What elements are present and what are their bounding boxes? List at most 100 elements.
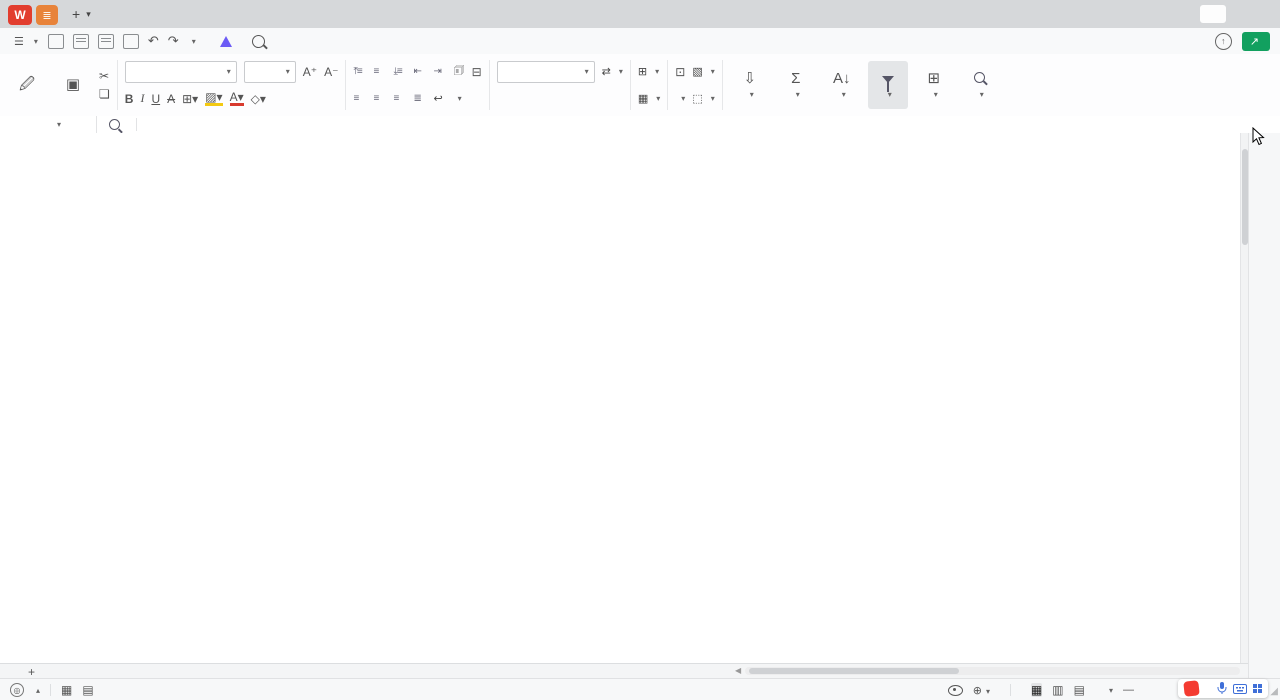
rows-cols-button[interactable]: ⊞▾: [638, 65, 659, 78]
wps-ai-button[interactable]: [210, 36, 246, 47]
upload-cloud-icon[interactable]: ↑: [1215, 33, 1232, 50]
zoom-out-button[interactable]: —: [1123, 684, 1134, 696]
chevron-down-icon[interactable]: ▾: [192, 37, 196, 46]
wrap-text-button[interactable]: ↩: [433, 92, 444, 105]
justify-icon[interactable]: ≣: [413, 93, 426, 104]
chevron-down-icon: ▾: [286, 67, 290, 76]
increase-font-icon[interactable]: A⁺: [303, 65, 317, 79]
fill-button[interactable]: ⇩ ▾: [730, 61, 770, 109]
align-top-icon[interactable]: ⤒≡: [353, 66, 366, 77]
increase-indent-icon[interactable]: ⇥: [433, 66, 446, 77]
worksheet-button[interactable]: ▦▾: [638, 92, 660, 105]
add-sheet-button[interactable]: +: [28, 665, 35, 679]
freeze-button[interactable]: ⊞ ▾: [914, 61, 954, 109]
rows-cols-icon: ⊞: [638, 65, 647, 78]
ime-toolbox-icon[interactable]: [1253, 684, 1262, 693]
microphone-icon[interactable]: [1217, 682, 1227, 695]
hamburger-icon: ☰: [14, 35, 24, 48]
avatar[interactable]: [1200, 5, 1226, 23]
wps-logo-icon[interactable]: W: [8, 5, 32, 25]
decrease-indent-icon[interactable]: ⇤: [413, 66, 426, 77]
paste-button[interactable]: ▣: [53, 61, 93, 109]
format-painter-icon: 🖉: [19, 77, 35, 92]
sum-button[interactable]: Σ ▾: [776, 61, 816, 109]
copy-icon[interactable]: ❏: [99, 87, 110, 101]
file-menu[interactable]: ☰ ▾: [14, 35, 38, 48]
status-outline-icon[interactable]: ▤: [82, 683, 93, 697]
borders-button[interactable]: ⊞▾: [182, 92, 198, 106]
preview-icon[interactable]: [123, 34, 139, 49]
redo-icon[interactable]: ↷: [168, 33, 179, 49]
page-layout-view-icon[interactable]: ▥: [1052, 683, 1063, 697]
cut-icon[interactable]: ✂: [99, 69, 110, 83]
eraser-button[interactable]: ◇▾: [251, 92, 266, 106]
window-controls: [1172, 0, 1280, 28]
decrease-font-icon[interactable]: A⁻: [324, 65, 338, 79]
chevron-down-icon: ▾: [585, 67, 589, 76]
search-icon[interactable]: [252, 35, 265, 48]
chevron-down-icon: ▾: [34, 37, 38, 46]
align-left-icon[interactable]: ≡: [353, 93, 366, 104]
table-style-button[interactable]: ▧▾: [692, 65, 714, 78]
chevron-up-icon: ▴: [36, 686, 40, 695]
zoom-formula-icon[interactable]: [109, 119, 120, 130]
docs-home-icon[interactable]: ≣: [36, 5, 58, 25]
bold-button[interactable]: B: [125, 92, 134, 106]
share-button[interactable]: ↗: [1242, 32, 1270, 51]
normal-view-icon[interactable]: ▦: [1031, 683, 1042, 697]
page-break-view-icon[interactable]: ▤: [1074, 683, 1085, 697]
system-menu-button[interactable]: ◎ ▴: [10, 683, 40, 697]
underline-button[interactable]: U: [151, 92, 160, 106]
align-bottom-icon[interactable]: ⤓≡: [393, 66, 406, 77]
chevron-down-icon: ▾: [57, 120, 61, 129]
eye-icon[interactable]: [948, 685, 963, 696]
keyboard-icon[interactable]: [1233, 684, 1247, 694]
worksheet-icon: ▦: [638, 92, 648, 105]
align-center-icon[interactable]: ≡: [373, 93, 386, 104]
cell-style-button[interactable]: ⬚▾: [692, 92, 714, 105]
strikethrough-button[interactable]: A: [167, 92, 175, 106]
tab-list-caret-icon[interactable]: ▾: [86, 9, 91, 20]
selection-locator-icon[interactable]: ⊕▾: [973, 684, 990, 697]
right-sidebar: [1248, 133, 1280, 678]
sum-label: ▾: [792, 88, 800, 100]
format-painter-button[interactable]: 🖉: [7, 61, 47, 109]
export-icon[interactable]: [73, 34, 89, 49]
number-format-select[interactable]: ▾: [497, 61, 595, 83]
new-tab-button[interactable]: +: [72, 6, 80, 22]
font-name-select[interactable]: ▾: [125, 61, 237, 83]
sort-button[interactable]: A↓ ▾: [822, 61, 862, 109]
fill-label: ▾: [746, 88, 754, 100]
undo-icon[interactable]: ↶: [148, 33, 159, 49]
resize-handle[interactable]: ◢: [1270, 686, 1278, 697]
freeze-label: ▾: [930, 88, 938, 100]
highlight-rules-icon[interactable]: ⊡: [675, 65, 685, 79]
ime-toolbar: [1178, 679, 1268, 698]
name-box[interactable]: ▾: [0, 116, 97, 133]
print-icon[interactable]: [98, 34, 114, 49]
horizontal-scrollbar[interactable]: ◀: [735, 665, 1240, 676]
align-middle-icon[interactable]: ≡: [373, 66, 386, 77]
filter-button[interactable]: ▾: [868, 61, 908, 109]
sogou-logo-icon[interactable]: [1183, 680, 1199, 696]
sigma-icon: Σ: [791, 71, 800, 86]
find-button[interactable]: ▾: [960, 61, 1000, 109]
font-size-select[interactable]: ▾: [244, 61, 296, 83]
file-tab-bar: W ≣ + ▾: [0, 0, 1280, 28]
save-icon[interactable]: [48, 34, 64, 49]
merge-cells-button[interactable]: ▾: [452, 94, 462, 103]
font-color-button[interactable]: A▾: [230, 92, 244, 106]
fill-color-button[interactable]: ▨▾: [205, 92, 222, 106]
italic-button[interactable]: I: [140, 91, 144, 106]
convert-button[interactable]: ⇄▾: [602, 65, 623, 78]
funnel-icon: [882, 71, 894, 86]
chevron-down-icon[interactable]: ▾: [1109, 686, 1113, 695]
orientation-icon[interactable]: 🗊: [453, 61, 464, 82]
magnifier-icon: [974, 71, 985, 86]
align-right-icon[interactable]: ≡: [393, 93, 406, 104]
status-bar: ◎ ▴ ▦ ▤ ⊕▾ ▦ ▥ ▤ ▾ —: [0, 678, 1280, 700]
status-grid-icon[interactable]: ▦: [61, 683, 72, 697]
wps-ai-icon: [220, 36, 232, 47]
conditional-format-button[interactable]: ▾: [675, 94, 685, 103]
merge-center-icon[interactable]: ⊟: [472, 65, 482, 79]
